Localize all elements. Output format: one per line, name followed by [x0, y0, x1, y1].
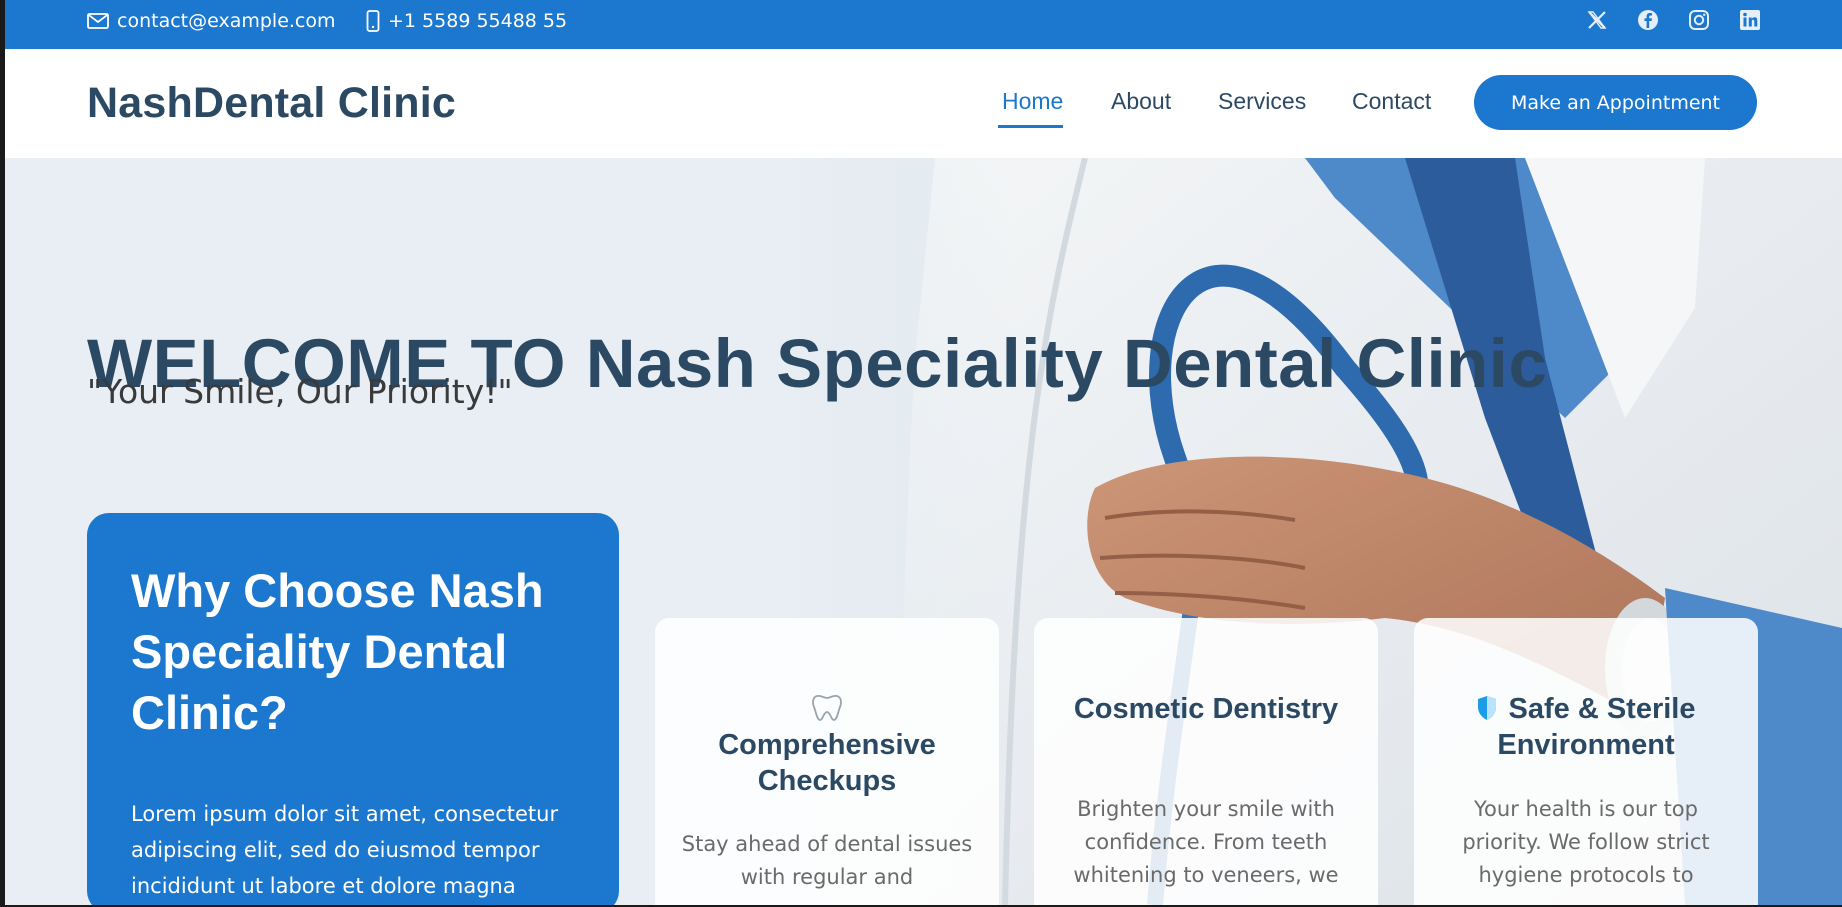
card-title: Safe & Sterile Environment	[1414, 691, 1758, 763]
nav-about[interactable]: About	[1111, 88, 1171, 115]
page: contact@example.com +1 5589 55488 55 Nas…	[5, 0, 1842, 905]
hero-section: WELCOME TO Nash Speciality Dental Clinic…	[5, 158, 1842, 905]
make-appointment-button[interactable]: Make an Appointment	[1474, 75, 1757, 130]
email-link[interactable]: contact@example.com	[87, 0, 336, 42]
card-text: Brighten your smile with confidence. Fro…	[1073, 797, 1339, 887]
phone-icon	[366, 10, 380, 32]
site-logo[interactable]: NashDental Clinic	[87, 79, 456, 128]
nav-active-indicator	[998, 125, 1063, 128]
feature-card-cosmetic: Cosmetic Dentistry Brighten your smile w…	[1034, 618, 1378, 905]
phone-link[interactable]: +1 5589 55488 55	[366, 0, 567, 42]
card-title: Comprehensive Checkups	[718, 729, 936, 797]
tooth-icon	[655, 693, 999, 723]
linkedin-icon[interactable]	[1738, 8, 1762, 32]
shield-icon	[1477, 696, 1496, 720]
email-text: contact@example.com	[117, 10, 336, 32]
why-choose-text: Lorem ipsum dolor sit amet, consectetur …	[131, 802, 559, 898]
why-choose-box: Why Choose Nash Speciality Dental Clinic…	[87, 513, 619, 905]
header: NashDental Clinic Home About Services Co…	[5, 49, 1842, 158]
hero-subtitle: "Your Smile, Our Priority!"	[87, 372, 513, 411]
x-twitter-icon[interactable]	[1585, 8, 1609, 32]
nav-services[interactable]: Services	[1218, 88, 1306, 115]
why-choose-title: Why Choose Nash Speciality Dental Clinic…	[131, 564, 544, 739]
envelope-icon	[87, 13, 109, 29]
topbar: contact@example.com +1 5589 55488 55	[5, 0, 1842, 49]
nav-home[interactable]: Home	[1002, 88, 1063, 115]
card-text: Stay ahead of dental issues with regular…	[681, 832, 973, 889]
feature-card-checkups: Comprehensive Checkups Stay ahead of den…	[655, 618, 999, 905]
facebook-icon[interactable]	[1636, 8, 1660, 32]
feature-card-sterile: Safe & Sterile Environment Your health i…	[1414, 618, 1758, 905]
phone-text: +1 5589 55488 55	[388, 10, 568, 32]
card-text: Your health is our top priority. We foll…	[1462, 797, 1710, 887]
card-title: Cosmetic Dentistry	[1073, 693, 1339, 725]
instagram-icon[interactable]	[1687, 8, 1711, 32]
nav-contact[interactable]: Contact	[1352, 88, 1431, 115]
